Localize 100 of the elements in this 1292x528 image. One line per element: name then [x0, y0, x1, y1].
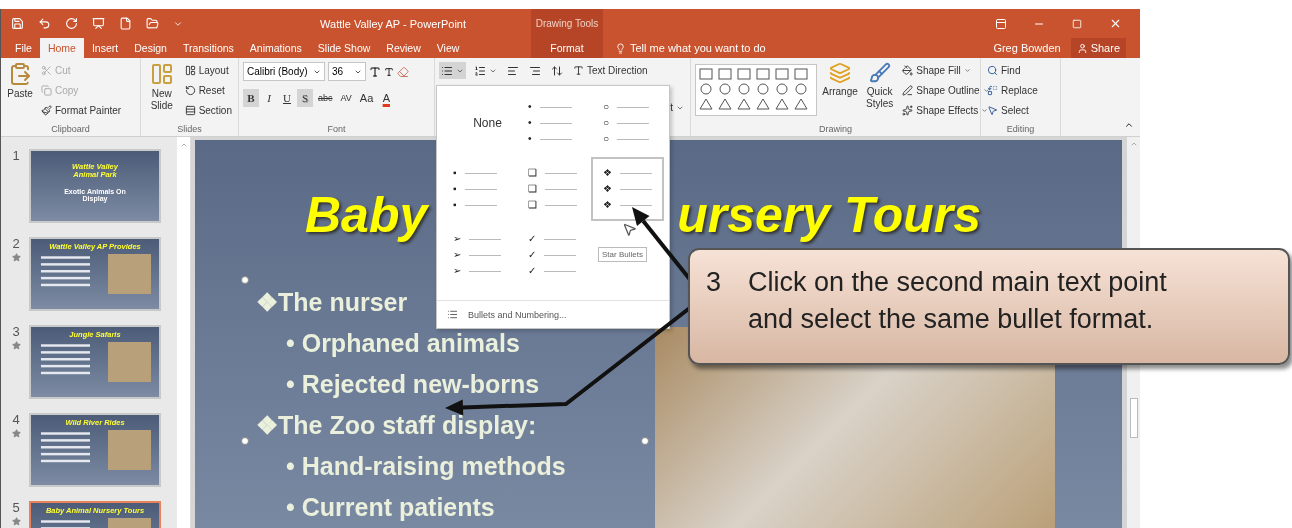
tooltip: Star Bullets [598, 247, 647, 262]
photo-placeholder [107, 253, 151, 294]
clipboard-action-button[interactable]: Format Painter [39, 102, 124, 119]
slides-action-button[interactable]: Section [182, 102, 234, 119]
slides-action-button[interactable]: Layout [182, 62, 234, 79]
font-style-button[interactable]: I [261, 89, 277, 107]
paint-bucket-icon [902, 65, 914, 76]
ribbon-tab[interactable]: Animations [241, 38, 310, 58]
sub-bullet-point: • Current patients [285, 492, 495, 523]
font-style-button[interactable]: Aa [356, 89, 377, 107]
photo-placeholder [107, 341, 151, 382]
font-style-button[interactable]: S [297, 89, 313, 107]
font-style-button[interactable]: AV [337, 89, 355, 107]
arrange-button[interactable]: Arrange [821, 62, 859, 122]
sub-bullet-point: • Hand-raising methods [285, 451, 566, 482]
increase-indent-icon [529, 64, 541, 77]
ribbon-tab[interactable]: File [7, 38, 40, 58]
step-number: 3 [706, 266, 723, 299]
text-direction-button[interactable]: Text Direction [571, 62, 650, 79]
pointer-icon [987, 105, 998, 116]
slide-number: 5 [12, 501, 20, 515]
redo-icon[interactable] [65, 17, 78, 30]
decrease-indent-icon [507, 64, 519, 77]
clipboard-icon [8, 62, 32, 86]
font-name-field[interactable]: Calibri (Body) [243, 62, 325, 81]
font-size-field[interactable]: 36 [328, 62, 366, 81]
instruction-text: Click on the second main text point and select the same bullet format. [748, 266, 1168, 336]
shape-format-button[interactable]: Shape Outline [900, 82, 992, 99]
bullet-option[interactable]: ❖ ❖ ❖ [591, 157, 664, 221]
reset-icon [184, 85, 196, 96]
copy-icon [41, 85, 52, 96]
ribbon-tab[interactable]: Review [378, 38, 429, 58]
slide-title: Baby [305, 190, 428, 240]
paste-button[interactable]: Paste [5, 62, 35, 122]
pen-icon [902, 85, 914, 96]
tell-me-field[interactable]: Tell me what you want to do [609, 38, 772, 58]
user-name: Greg Bowden [993, 41, 1061, 56]
slide-title: ursery Tours [677, 190, 982, 240]
ribbon-tab[interactable]: Insert [83, 38, 127, 58]
slide-number: 1 [12, 149, 20, 163]
mouse-pointer-icon [622, 222, 637, 237]
group-label: Drawing [818, 123, 853, 136]
search-icon [987, 65, 998, 76]
paintbrush-icon [41, 105, 52, 116]
font-color-button[interactable]: A [378, 89, 395, 107]
section-icon [184, 105, 196, 116]
window-icon [995, 17, 1007, 30]
sparkles-icon [902, 105, 914, 116]
group-label: Editing [1005, 123, 1036, 136]
new-slide-button[interactable]: New Slide [145, 62, 179, 122]
font-style-button[interactable]: U [279, 89, 295, 107]
bullets-button[interactable] [439, 62, 466, 79]
bullets-numbering-item[interactable]: Bullets and Numbering... [437, 300, 669, 328]
text-direction-icon [573, 65, 584, 76]
resize-handle[interactable] [241, 437, 249, 446]
collapse-ribbon-icon[interactable] [1124, 120, 1134, 130]
ribbon-tab[interactable]: Home [39, 38, 84, 58]
folder-icon[interactable] [146, 17, 159, 30]
slides-action-button[interactable]: Reset [182, 82, 234, 99]
ribbon-tab[interactable]: Design [126, 38, 175, 58]
resize-handle[interactable] [641, 437, 649, 446]
group-label: Font [326, 123, 347, 136]
list-icon [447, 309, 458, 320]
group-label: Clipboard [50, 123, 91, 136]
caret-icon [963, 67, 971, 74]
line-spacing-icon [551, 64, 563, 77]
layout-icon [184, 65, 196, 76]
slideshow-icon[interactable] [92, 17, 105, 30]
font-style-button[interactable]: abc [315, 89, 336, 107]
new-file-icon[interactable] [119, 17, 132, 30]
undo-icon[interactable] [38, 17, 51, 30]
resize-handle[interactable] [241, 276, 249, 284]
font-style-button[interactable]: B [243, 89, 259, 107]
arrange-icon [829, 62, 851, 84]
sub-bullet-point: • Rejected new-borns [285, 369, 540, 400]
lightbulb-icon [615, 42, 626, 54]
ribbon-tab[interactable]: Transitions [174, 38, 242, 58]
photo-placeholder [107, 429, 151, 470]
align-text-button[interactable]: t [668, 99, 686, 116]
share-button[interactable]: Share [1070, 38, 1126, 58]
maximize-icon [1072, 18, 1082, 29]
sub-bullet-point: • Orphaned animals [285, 328, 520, 359]
slide-number: 4 [12, 413, 20, 427]
ribbon-tab[interactable]: Slide Show [309, 38, 379, 58]
save-icon[interactable] [11, 17, 24, 30]
group-label: Slides [176, 123, 203, 136]
grow-font-icon[interactable] [369, 65, 381, 78]
window-title: Wattle Valley AP - PowerPoint [320, 17, 466, 30]
quick-styles-button[interactable]: Quick Styles [863, 62, 897, 122]
shrink-font-icon[interactable] [384, 66, 394, 77]
contextual-group-title: Drawing Tools [535, 17, 599, 31]
slide-layout-icon [149, 62, 174, 86]
caret-icon [982, 87, 990, 94]
slide-number: 3 [12, 325, 20, 339]
ribbon-tab[interactable]: Format [542, 38, 592, 58]
numbered-list-icon [474, 64, 486, 77]
ribbon-tab[interactable]: View [428, 38, 468, 58]
person-icon [1076, 42, 1088, 54]
scrollbar-thumb[interactable] [1129, 398, 1138, 438]
bullet-point: ❖The Zoo staff display: [256, 410, 537, 441]
